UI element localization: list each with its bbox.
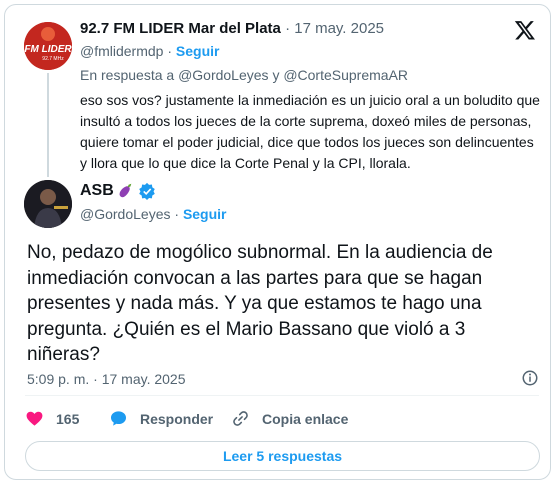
like-count: 165 bbox=[56, 410, 80, 427]
main-handle-row: @GordoLeyes · Seguir bbox=[80, 206, 227, 222]
main-handle[interactable]: @GordoLeyes bbox=[80, 206, 170, 222]
copy-link-label: Copia enlace bbox=[262, 410, 349, 427]
verified-badge-icon[interactable] bbox=[138, 182, 156, 200]
reply-label: Responder bbox=[140, 410, 214, 427]
quoted-follow-button[interactable]: Seguir bbox=[176, 43, 220, 59]
tweet-card: FM LIDER 92.7 MHz 92.7 FM LIDER Mar del … bbox=[4, 4, 551, 480]
svg-text:92.7 MHz: 92.7 MHz bbox=[42, 56, 64, 62]
thread-connector-line bbox=[47, 73, 49, 177]
quoted-handle[interactable]: @fmlidermdp bbox=[80, 43, 163, 59]
main-author-name[interactable]: ASB bbox=[80, 182, 156, 200]
main-author-avatar[interactable] bbox=[24, 180, 72, 228]
reply-context: En respuesta a @GordoLeyes y @CorteSupre… bbox=[80, 67, 409, 83]
heart-icon bbox=[26, 411, 43, 426]
divider bbox=[25, 395, 539, 396]
link-icon bbox=[233, 411, 248, 426]
copy-link-button[interactable]: Copia enlace bbox=[231, 409, 348, 428]
fm-lider-logo: FM LIDER 92.7 MHz bbox=[24, 22, 72, 70]
quoted-author-name[interactable]: 92.7 FM LIDER Mar del Plata · 17 may. 20… bbox=[80, 20, 384, 37]
read-replies-button[interactable]: Leer 5 respuestas bbox=[25, 441, 540, 471]
main-follow-button[interactable]: Seguir bbox=[183, 206, 227, 222]
info-icon[interactable] bbox=[521, 369, 539, 387]
x-logo-icon[interactable] bbox=[514, 19, 536, 41]
like-button[interactable]: 165 bbox=[25, 409, 79, 428]
tweet-timestamp[interactable]: 5:09 p. m. · 17 may. 2025 bbox=[27, 371, 186, 387]
svg-text:FM LIDER: FM LIDER bbox=[24, 44, 72, 55]
eggplant-emoji-icon bbox=[119, 183, 132, 198]
reply-button[interactable]: Responder bbox=[109, 409, 213, 428]
quoted-date[interactable]: · 17 may. 2025 bbox=[285, 20, 384, 37]
reply-mention-2[interactable]: @CorteSupremaAR bbox=[283, 67, 408, 83]
quoted-tweet-text: eso sos vos? justamente la inmediación e… bbox=[80, 92, 540, 171]
quoted-author-avatar[interactable]: FM LIDER 92.7 MHz bbox=[24, 22, 72, 70]
reply-bubble-icon bbox=[110, 411, 127, 426]
quoted-handle-row: @fmlidermdp · Seguir bbox=[80, 43, 220, 59]
main-tweet-text: No, pedazo de mogólico subnormal. En la … bbox=[27, 242, 493, 366]
reply-mention-1[interactable]: @GordoLeyes bbox=[178, 67, 268, 83]
